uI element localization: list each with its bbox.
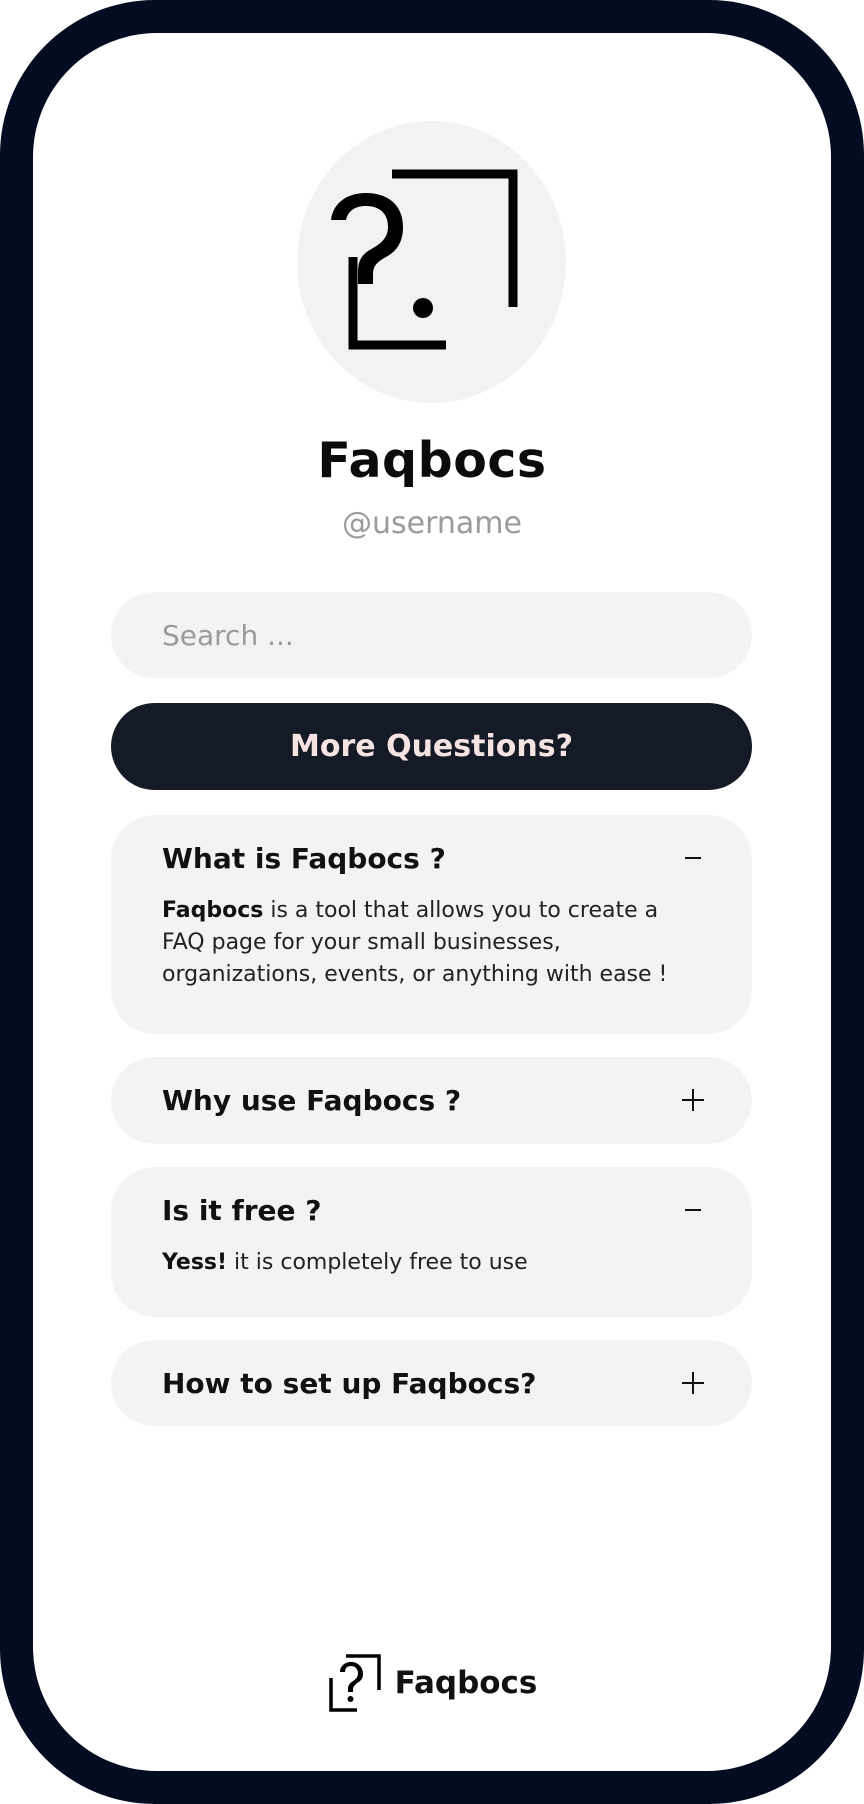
faq-answer-bold: Faqbocs: [162, 898, 264, 923]
username: @username: [342, 506, 522, 541]
question-frame-icon: [328, 1654, 381, 1712]
faq-item-what-is: What is Faqbocs ? Faqbocs is a tool that…: [111, 815, 752, 1034]
faq-question[interactable]: What is Faqbocs ?: [162, 815, 446, 901]
question-frame-icon: [331, 169, 518, 350]
faq-item-is-free: Is it free ? Yess! it is completely free…: [111, 1167, 752, 1317]
more-questions-button[interactable]: More Questions?: [111, 703, 752, 790]
page-title: Faqbocs: [317, 432, 547, 489]
faq-answer-text: it is completely free to use: [227, 1250, 528, 1275]
faq-item-set-up[interactable]: How to set up Faqbocs?: [111, 1340, 752, 1426]
faq-answer: Faqbocs is a tool that allows you to cre…: [162, 895, 702, 991]
faq-question[interactable]: Why use Faqbocs ?: [162, 1057, 461, 1143]
faq-answer: Yess! it is completely free to use: [162, 1247, 702, 1279]
plus-icon[interactable]: [678, 1368, 708, 1398]
minus-icon[interactable]: [678, 1195, 708, 1225]
avatar: [297, 121, 566, 403]
plus-icon[interactable]: [678, 1085, 708, 1115]
search-input[interactable]: [111, 592, 752, 678]
minus-icon[interactable]: [678, 843, 708, 873]
faq-item-why-use[interactable]: Why use Faqbocs ?: [111, 1057, 752, 1144]
footer-brand-name: Faqbocs: [394, 1665, 538, 1701]
faq-question[interactable]: How to set up Faqbocs?: [162, 1340, 536, 1426]
faq-answer-bold: Yess!: [162, 1250, 228, 1275]
faq-question[interactable]: Is it free ?: [162, 1167, 322, 1253]
footer-brand: Faqbocs: [0, 1652, 864, 1714]
